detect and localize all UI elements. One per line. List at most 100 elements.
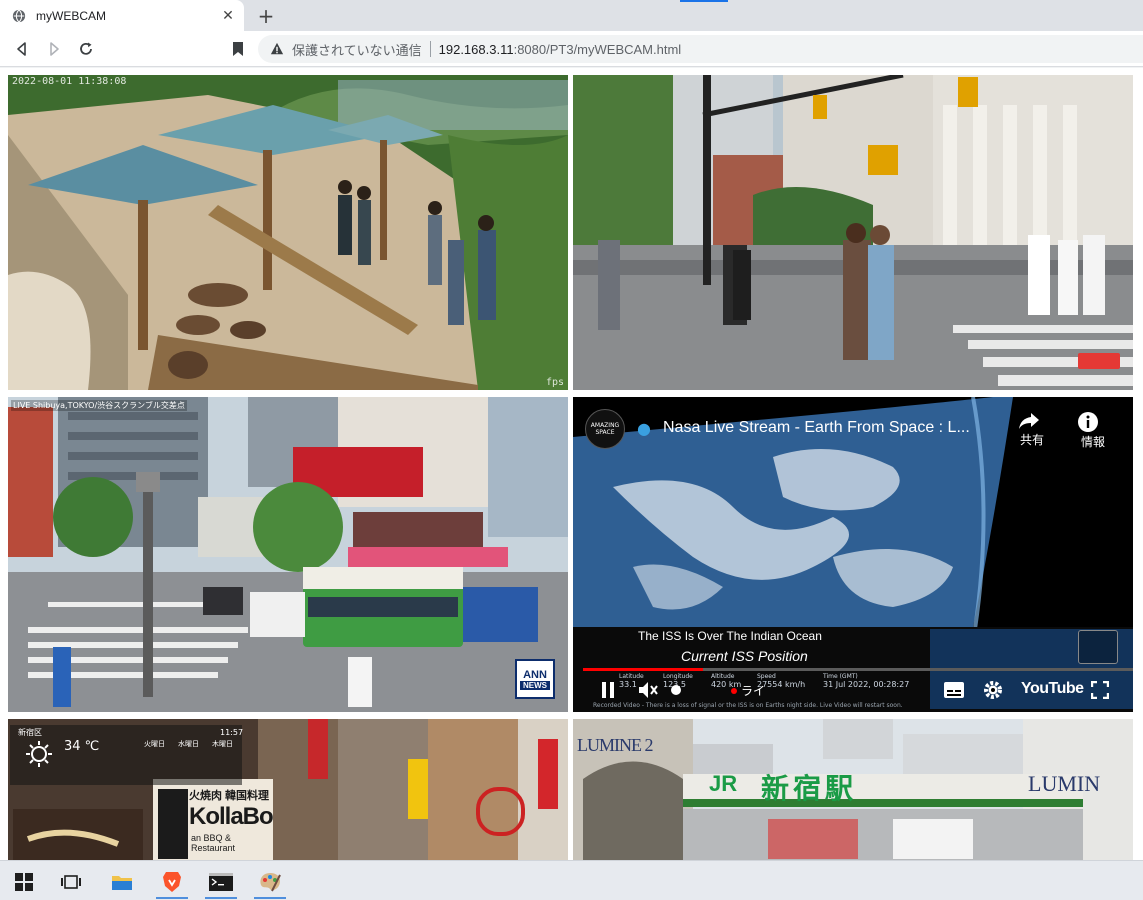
temperature: 34 ℃ — [64, 739, 100, 754]
channel-badge-text: AMAZING SPACE — [590, 422, 620, 436]
webcam-shinjuku-station[interactable]: LUMINE 2 JR 新宿駅 LUMIN — [573, 719, 1133, 860]
sign-text-2: KollaBo — [189, 803, 274, 830]
stat-time-value: 31 Jul 2022, 00:28:27 — [823, 680, 910, 689]
weather-sun-icon — [26, 741, 52, 767]
fullscreen-icon — [1091, 681, 1109, 699]
browser-toolbar: 保護されていない通信 192.168.3.11:8080/PT3/myWEBCA… — [0, 31, 1143, 67]
cam-fps-label: fps — [545, 377, 564, 388]
settings-button[interactable] — [983, 680, 1003, 700]
share-label: 共有 — [1019, 433, 1044, 447]
back-icon — [17, 42, 26, 56]
earth-emoji-icon: ● — [637, 419, 651, 438]
forward-button[interactable] — [42, 37, 66, 61]
bookmark-icon — [233, 42, 243, 56]
brave-lion-icon — [163, 872, 181, 892]
weather-widget: 新宿区 34 ℃ 火曜日 水曜日 木曜日 11:57 — [10, 725, 244, 785]
active-indicator — [156, 897, 188, 899]
stat-lat-label: Latitude — [619, 673, 644, 680]
share-icon — [1019, 413, 1039, 429]
url-path: :8080/PT3/myWEBCAM.html — [513, 41, 682, 57]
webcam-iss-youtube[interactable]: AMAZING SPACE ● Nasa Live Stream - Earth… — [573, 397, 1133, 712]
clock-time: 11:57 — [220, 728, 244, 737]
sign-text-1: 火焼肉 韓国料理 — [189, 790, 270, 802]
forecast-day-2: 水曜日 — [178, 740, 199, 748]
active-indicator — [205, 897, 237, 899]
webcam-shibuya-image — [8, 397, 568, 712]
address-separator — [429, 41, 431, 57]
url-text[interactable]: 192.168.3.11:8080/PT3/myWEBCAM.html — [439, 42, 682, 57]
tab-close-button[interactable]: ✕ — [218, 6, 238, 26]
terminal-icon — [209, 873, 233, 891]
channel-badge[interactable]: AMAZING SPACE — [585, 409, 625, 449]
stat-alt-value: 420 km — [711, 680, 742, 689]
paint-palette-icon — [260, 873, 281, 892]
webcam-monkey-park[interactable]: 2022-08-01 11:38:08 fps — [8, 75, 568, 390]
ann-news-logo: ANN NEWS — [516, 660, 554, 698]
windows-logo-icon — [15, 873, 33, 891]
task-view-icon — [61, 875, 81, 889]
pause-button[interactable] — [599, 681, 617, 699]
taskbar-file-explorer[interactable] — [102, 865, 142, 899]
webcam-monkey-image — [8, 75, 568, 390]
sign-text-3: an BBQ & Restaurant — [191, 833, 236, 853]
iss-overlay-text-2: Current ISS Position — [681, 648, 808, 664]
webcam-shinjuku-street[interactable]: 新宿区 34 ℃ 火曜日 水曜日 木曜日 11:57 火焼肉 韓国料理 Koll… — [8, 719, 568, 860]
tab-accent-indicator — [680, 0, 728, 2]
start-button[interactable] — [4, 865, 44, 899]
volume-muted-icon — [639, 682, 658, 698]
forecast-day-1: 火曜日 — [144, 740, 165, 748]
pause-icon — [602, 682, 606, 698]
video-title[interactable]: Nasa Live Stream - Earth From Space : L.… — [663, 419, 970, 437]
station-name-sign: 新宿駅 — [761, 772, 858, 805]
forecast-day-3: 木曜日 — [212, 740, 233, 748]
cam-timestamp: 2022-08-01 11:38:08 — [12, 76, 127, 87]
info-button[interactable]: 情報 — [1077, 411, 1109, 450]
taskbar-brave-browser[interactable] — [152, 865, 192, 899]
mute-button[interactable] — [637, 680, 659, 700]
info-icon — [1078, 412, 1098, 432]
stat-alt-label: Altitude — [711, 673, 735, 680]
back-button[interactable] — [10, 37, 34, 61]
webcam-nyc-image — [573, 75, 1133, 390]
jr-logo: JR — [709, 771, 738, 796]
youtube-logo[interactable]: YouTube — [1021, 680, 1084, 698]
warning-icon — [270, 42, 284, 55]
url-host: 192.168.3.11 — [438, 41, 514, 57]
tab-mywebcam[interactable]: myWEBCAM ✕ — [0, 0, 244, 31]
webcam-nyc-street[interactable] — [573, 75, 1133, 390]
area-label: 新宿区 — [18, 728, 42, 737]
iss-stats: Latitude33.1 Longitude123.5 Altitude420 … — [619, 673, 939, 697]
iss-earth-image — [573, 397, 1133, 712]
taskbar-terminal[interactable] — [201, 865, 241, 899]
news-logo-text: NEWS — [520, 680, 550, 690]
lumine-2-sign: LUMINE 2 — [577, 735, 653, 755]
security-status[interactable]: 保護されていない通信 — [292, 40, 422, 59]
reload-button[interactable] — [74, 37, 98, 61]
iss-overlay-text-1: The ISS Is Over The Indian Ocean — [638, 629, 822, 643]
taskbar-paint[interactable] — [250, 865, 290, 899]
bookmark-button[interactable] — [226, 37, 250, 61]
tab-title: myWEBCAM — [36, 8, 106, 23]
restaurant-sign: 火焼肉 韓国料理 KollaBo an BBQ & Restaurant — [153, 779, 274, 860]
folder-icon — [112, 876, 132, 890]
live-dot-icon — [731, 688, 737, 694]
webcam-shibuya[interactable]: LIVE Shibuya,TOKYO/渋谷スクランブル交差点 ANN NEWS — [8, 397, 568, 712]
stat-time-label: Time (GMT) — [823, 673, 858, 680]
volume-knob[interactable] — [671, 685, 681, 695]
pause-icon-bar — [610, 682, 614, 698]
lumine-right-sign: LUMIN — [1028, 771, 1101, 796]
subscribe-watermark[interactable] — [1078, 630, 1118, 664]
address-bar[interactable]: 保護されていない通信 192.168.3.11:8080/PT3/myWEBCA… — [258, 35, 1143, 63]
tab-strip: myWEBCAM ✕ + — [0, 0, 1143, 31]
stat-speed-label: Speed — [757, 673, 776, 680]
subtitles-icon — [944, 682, 964, 698]
fullscreen-button[interactable] — [1091, 681, 1109, 699]
gear-icon — [984, 681, 1002, 699]
live-label[interactable]: ライ — [741, 682, 765, 699]
task-view-button[interactable] — [51, 865, 91, 899]
subtitles-button[interactable] — [943, 681, 965, 699]
active-indicator — [254, 897, 286, 899]
os-taskbar — [0, 860, 1143, 900]
new-tab-button[interactable]: + — [254, 4, 278, 28]
share-button[interactable]: 共有 — [1017, 411, 1047, 448]
